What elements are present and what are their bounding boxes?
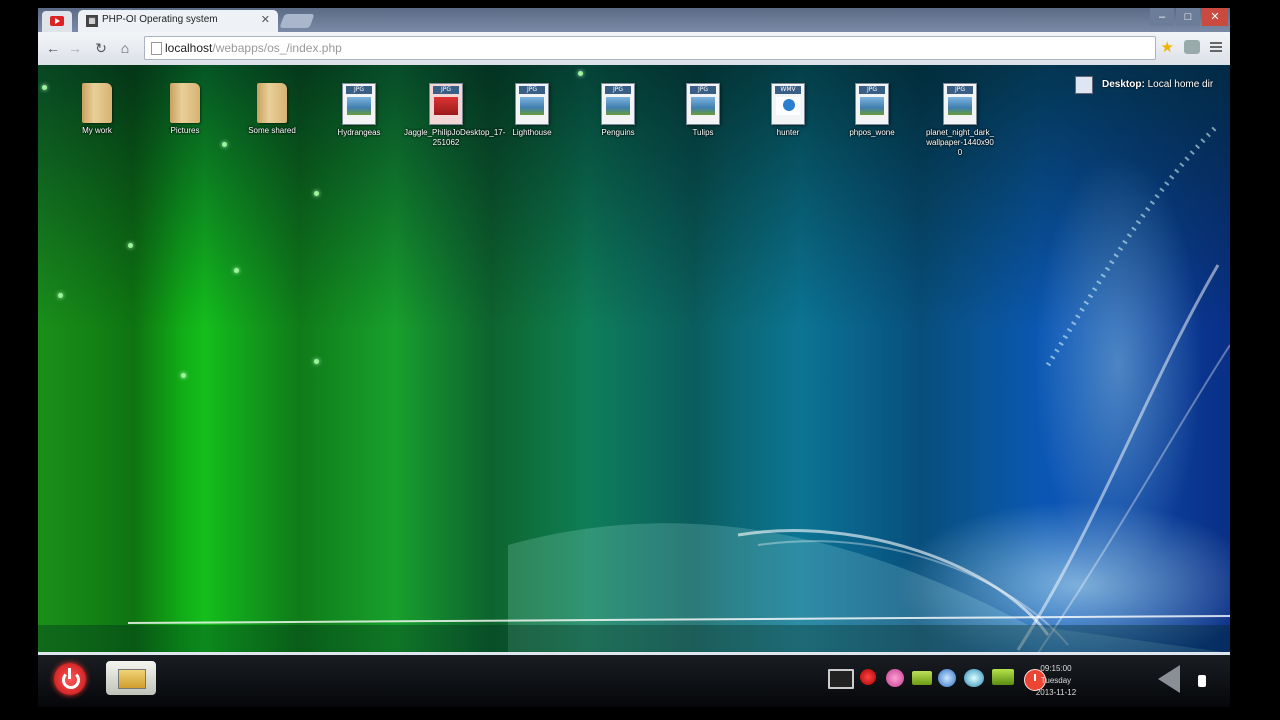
tab-title: PHP-OI Operating system <box>102 14 218 25</box>
clock-day: Tuesday <box>1040 676 1072 685</box>
chat-icon[interactable] <box>886 669 904 687</box>
power-button[interactable] <box>54 663 86 695</box>
close-window-button[interactable]: ✕ <box>1202 8 1228 26</box>
previous-arrow-icon[interactable] <box>1158 665 1180 693</box>
clock-time: 09:15:00 <box>1040 664 1072 673</box>
battery-icon[interactable] <box>912 671 932 685</box>
minimize-button[interactable]: – <box>1150 8 1174 26</box>
location-prefix: Desktop: <box>1102 79 1145 90</box>
desktop-icon-label: Pictures <box>170 126 200 135</box>
desktop-icon-label: phpos_wone <box>849 128 895 137</box>
browser-toolbar: ← → ↻ ⌂ localhost/webapps/os_/index.php … <box>38 32 1230 65</box>
wallpaper-sparkle <box>222 142 227 147</box>
desktop-icon-label: Lighthouse <box>512 128 552 137</box>
browser-window: ▦ PHP-OI Operating system ✕ – □ ✕ ← → ↻ … <box>38 8 1230 65</box>
wallpaper-sparkle <box>42 85 47 90</box>
new-tab-button[interactable] <box>279 14 315 28</box>
folder-icon <box>170 83 200 123</box>
desktop-area[interactable]: My work Pictures Some shared JPG Hydrang… <box>38 65 1230 653</box>
url-host: localhost <box>165 41 213 55</box>
desktop-icon-some-shared[interactable]: Some shared <box>230 83 314 136</box>
wallpaper-wave <box>38 123 1230 653</box>
screen-icon[interactable] <box>992 669 1014 685</box>
desktop-icon-lighthouse[interactable]: JPG Lighthouse <box>490 83 574 138</box>
desktop-icon-label: Hydrangeas <box>337 128 381 137</box>
tab-youtube[interactable] <box>42 11 72 32</box>
desktop-icon-label: Jaggle_PhilipJoDesktop_17-251062 <box>404 128 506 147</box>
desktop-icon-label: My work <box>82 126 112 135</box>
wallpaper-sparkle <box>314 191 319 196</box>
desktop-icon-label: planet_night_dark_wallpaper-1440x900 <box>925 128 995 157</box>
desktop-icon-planet-night[interactable]: JPG planet_night_dark_wallpaper-1440x900 <box>915 83 1005 158</box>
media-icon[interactable] <box>964 669 984 687</box>
desktop-icon-label: Some shared <box>248 126 296 135</box>
taskbar: 09:15:00 Tuesday 2013-11-12 <box>38 652 1230 707</box>
clock-date: 2013-11-12 <box>1035 688 1077 697</box>
desktop-icon-phpos-wone[interactable]: JPG phpos_wone <box>830 83 914 138</box>
maximize-button[interactable]: □ <box>1176 8 1200 26</box>
open-window-button[interactable] <box>106 661 156 695</box>
wallpaper-sparkle <box>58 293 63 298</box>
url-path: /webapps/os_/index.php <box>212 41 342 55</box>
taskbar-clock[interactable]: 09:15:00 Tuesday 2013-11-12 <box>1028 663 1084 699</box>
wallpaper-sparkle <box>181 373 186 378</box>
wallpaper-sparkle <box>234 268 239 273</box>
tab-strip: ▦ PHP-OI Operating system ✕ – □ ✕ <box>38 8 1230 32</box>
jpg-file-icon: JPG <box>601 83 635 125</box>
tab-php-os[interactable]: ▦ PHP-OI Operating system ✕ <box>78 10 278 32</box>
jpg-file-icon: JPG <box>342 83 376 125</box>
desktop-icon-penguins[interactable]: JPG Penguins <box>576 83 660 138</box>
computer-icon[interactable] <box>1075 76 1093 94</box>
desktop-icon-hydrangeas[interactable]: JPG Hydrangeas <box>317 83 401 138</box>
address-bar[interactable]: localhost/webapps/os_/index.php <box>144 36 1156 60</box>
php-favicon-icon: ▦ <box>86 15 98 27</box>
folder-icon <box>82 83 112 123</box>
menu-icon[interactable] <box>1210 40 1222 54</box>
desktop-icon-my-work[interactable]: My work <box>55 83 139 136</box>
page-icon <box>151 42 162 55</box>
back-arrow-icon[interactable]: ← <box>44 39 62 57</box>
wallpaper-sparkle <box>314 359 319 364</box>
monitor-icon[interactable] <box>828 669 854 689</box>
globe-icon[interactable] <box>938 669 956 687</box>
video-file-icon: WMV <box>771 83 805 125</box>
reload-icon[interactable]: ↻ <box>92 39 110 57</box>
extension-icon[interactable] <box>1184 40 1200 54</box>
desktop-icon-label: Penguins <box>601 128 635 137</box>
folder-icon <box>257 83 287 123</box>
bookmark-star-icon[interactable]: ★ <box>1161 38 1174 56</box>
desktop-icon-jaggle[interactable]: JPG Jaggle_PhilipJoDesktop_17-251062 <box>404 83 506 148</box>
wallpaper-sparkle <box>128 243 133 248</box>
forward-arrow-icon[interactable]: → <box>66 39 84 57</box>
youtube-icon <box>50 16 64 26</box>
desktop-icon-hunter[interactable]: WMV hunter <box>746 83 830 138</box>
apple-icon[interactable] <box>860 669 876 685</box>
location-value: Local home dir <box>1147 79 1214 90</box>
wallpaper-sparkle <box>578 71 583 76</box>
desktop-icon-label: hunter <box>776 128 800 137</box>
window-thumbnail-icon <box>118 669 146 689</box>
jpg-file-icon: JPG <box>943 83 977 125</box>
desktop-icon-tulips[interactable]: JPG Tulips <box>661 83 745 138</box>
jpg-file-icon: JPG <box>429 83 463 125</box>
tab-close-icon[interactable]: ✕ <box>261 13 270 26</box>
jpg-file-icon: JPG <box>855 83 889 125</box>
mouse-cursor-icon <box>1198 675 1206 687</box>
home-icon[interactable]: ⌂ <box>116 39 134 57</box>
jpg-file-icon: JPG <box>515 83 549 125</box>
desktop-icon-pictures[interactable]: Pictures <box>143 83 227 136</box>
desktop-icon-label: Tulips <box>692 128 714 137</box>
jpg-file-icon: JPG <box>686 83 720 125</box>
